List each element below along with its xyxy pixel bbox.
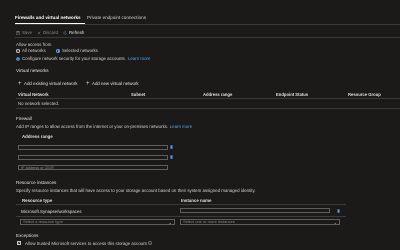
vnet-empty-text: No network selected.: [18, 101, 59, 106]
trusted-services-label: Allow trusted Microsoft services to acce…: [25, 241, 147, 246]
address-range-header: Address range: [22, 134, 53, 139]
radio-all-networks[interactable]: All networks: [16, 48, 46, 53]
radio-circle-selected: [56, 48, 60, 53]
col-address-range: Address range: [203, 92, 233, 97]
info-text: Configure network security for your stor…: [22, 56, 126, 61]
add-new-label: Add new virtual network: [92, 81, 139, 86]
resource-type-placeholder: Select a resource type: [23, 219, 63, 225]
toolbar-divider: [15, 37, 400, 38]
tab-firewalls-and-virtual-networks[interactable]: Firewalls and virtual networks: [15, 15, 81, 20]
resource-type-dropdown[interactable]: Select a resource type ⌄: [20, 219, 175, 225]
firewall-learn-more-link[interactable]: Learn more: [170, 124, 192, 129]
save-icon: [16, 30, 20, 35]
save-label: Save: [22, 30, 33, 35]
resource-row-divider: [16, 216, 346, 217]
radio-all-networks-label: All networks: [22, 48, 46, 53]
chevron-down-icon: ⌄: [168, 220, 172, 226]
refresh-label: Refresh: [69, 30, 85, 35]
info-icon[interactable]: [148, 241, 152, 245]
col-instance-name: Instance name: [181, 198, 212, 203]
resource-instances-description: Specify resource instances that will hav…: [16, 188, 256, 193]
radio-selected-networks-label: Selected networks: [62, 48, 98, 53]
instance-dropdown[interactable]: Select one or more instances ⌄: [180, 219, 340, 225]
allow-access-label: Allow access from: [16, 42, 52, 47]
firewall-description: Add IP ranges to allow access from the i…: [16, 124, 169, 129]
refresh-icon: [63, 30, 67, 34]
col-endpoint-status: Endpoint Status: [276, 92, 309, 97]
vnet-table-divider: [16, 108, 400, 109]
info-row: Configure network security for your stor…: [16, 56, 150, 61]
chevron-down-icon: ⌄: [333, 220, 337, 226]
address-range-input-1[interactable]: [18, 145, 168, 150]
discard-button[interactable]: Discard: [37, 30, 58, 35]
address-range-input-new[interactable]: IP address or CIDR: [18, 165, 168, 170]
col-resource-type: Resource type: [22, 198, 53, 203]
firewall-description-row: Add IP ranges to allow access from the i…: [16, 124, 192, 129]
instance-placeholder: Select one or more instances: [183, 219, 235, 225]
refresh-button[interactable]: Refresh: [63, 30, 84, 35]
add-new-virtual-network-button[interactable]: + Add new virtual network: [86, 80, 139, 87]
delete-icon[interactable]: [170, 145, 173, 149]
radio-circle: [16, 48, 20, 53]
save-button[interactable]: Save: [16, 30, 32, 35]
resource-header-divider: [16, 204, 346, 205]
trusted-services-checkbox[interactable]: ✓: [17, 241, 21, 245]
checkmark-icon: ✓: [17, 241, 21, 245]
col-virtual-network: Virtual Network: [18, 92, 49, 97]
resource-type-value: Microsoft.Synapse/workspaces: [21, 209, 82, 214]
col-subnet: Subnet: [131, 92, 146, 97]
address-range-input-2[interactable]: [18, 155, 168, 160]
learn-more-link[interactable]: Learn more: [128, 56, 150, 61]
radio-selected-networks[interactable]: Selected networks: [56, 48, 98, 53]
vnet-header-divider: [16, 98, 400, 99]
delete-icon[interactable]: [337, 209, 340, 213]
plus-icon: +: [18, 80, 22, 87]
tab-private-endpoint-connections[interactable]: Private endpoint connections: [87, 15, 146, 20]
instance-name-input[interactable]: [180, 208, 330, 213]
add-existing-label: Add existing virtual network: [24, 81, 78, 86]
discard-label: Discard: [43, 30, 58, 35]
tabs-divider: [15, 24, 400, 25]
address-input-placeholder: IP address or CIDR: [21, 165, 54, 170]
plus-icon: +: [86, 80, 90, 87]
virtual-networks-title: Virtual networks: [16, 68, 49, 73]
delete-icon[interactable]: [170, 155, 173, 159]
info-icon: [16, 56, 20, 61]
add-existing-virtual-network-button[interactable]: + Add existing virtual network: [18, 80, 78, 87]
close-icon: [37, 31, 41, 34]
resource-instances-title: Resource instances: [16, 180, 57, 185]
col-resource-group: Resource Group: [348, 92, 381, 97]
firewall-title: Firewall: [16, 116, 32, 121]
exceptions-title: Exceptions: [16, 233, 39, 238]
